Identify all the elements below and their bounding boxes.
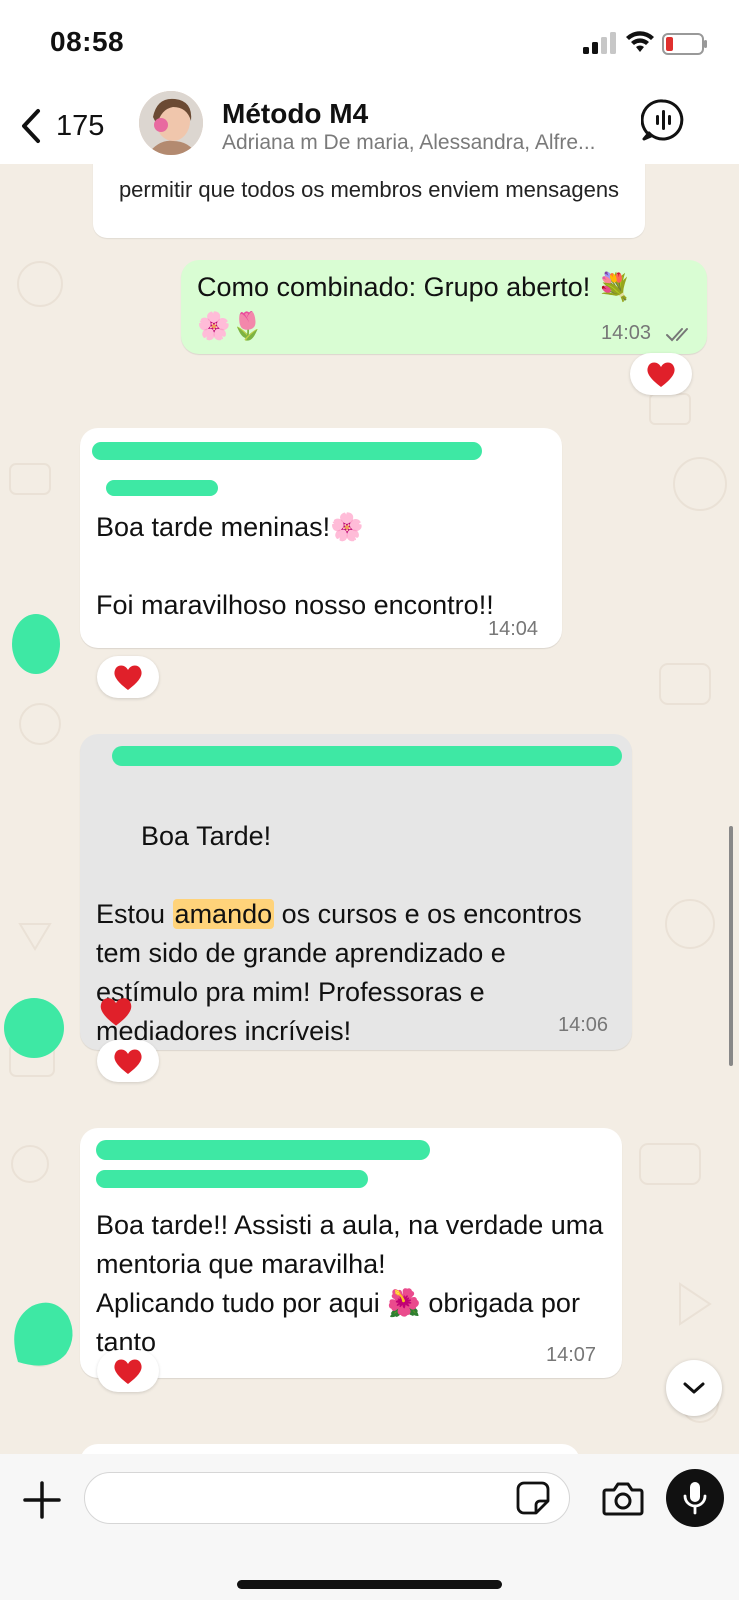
- back-unread-count: 175: [56, 109, 105, 142]
- message-input[interactable]: [84, 1472, 570, 1524]
- redacted-sender: [112, 746, 622, 766]
- heart-icon: [100, 998, 132, 1026]
- camera-icon[interactable]: [602, 1478, 644, 1518]
- message-reaction[interactable]: [97, 1350, 159, 1392]
- system-notice-text: permitir que todos os membros enviem men…: [118, 177, 620, 202]
- message-text: Boa Tarde! Estou amando os cursos e os en…: [96, 778, 596, 1090]
- incoming-message[interactable]: Boa tarde!! Assisti a aula, na verdade u…: [80, 1128, 622, 1378]
- chevron-down-icon: [683, 1382, 705, 1394]
- status-bar: 08:58: [0, 0, 739, 90]
- scroll-to-bottom-button[interactable]: [666, 1360, 722, 1416]
- wifi-icon: [626, 31, 654, 52]
- voice-message-button[interactable]: [666, 1469, 724, 1527]
- message-text: Boa tarde!! Assisti a aula, na verdade u…: [96, 1210, 604, 1357]
- search-highlight: amando: [172, 899, 275, 929]
- chat-header: 175 Método M4 Adriana m De maria, Alessa…: [0, 90, 739, 164]
- message-time: 14:06: [558, 1014, 609, 1036]
- redacted-sender: [96, 1140, 430, 1160]
- double-check-icon: [666, 328, 688, 342]
- redacted-subname: [96, 1170, 368, 1188]
- redacted-subname: [106, 480, 218, 496]
- message-reaction[interactable]: [630, 353, 692, 395]
- plus-icon[interactable]: [22, 1480, 62, 1520]
- cellular-signal-icon: [583, 32, 616, 54]
- voice-call-icon[interactable]: [641, 98, 685, 142]
- message-input-bar: [0, 1454, 739, 1600]
- incoming-message-selected[interactable]: Boa Tarde! Estou amando os cursos e os en…: [80, 734, 632, 1050]
- group-name[interactable]: Método M4: [222, 98, 368, 130]
- heart-icon: [647, 362, 675, 387]
- outgoing-message[interactable]: Como combinado: Grupo aberto! 💐 🌸🌷 14:03: [181, 260, 707, 354]
- mic-icon: [683, 1482, 707, 1515]
- home-indicator[interactable]: [237, 1580, 502, 1589]
- sender-avatar: [4, 998, 64, 1058]
- heart-icon: [114, 1049, 142, 1074]
- group-members[interactable]: Adriana m De maria, Alessandra, Alfre...: [222, 131, 622, 155]
- incoming-message-partial[interactable]: [80, 1444, 580, 1454]
- chat-area[interactable]: permitir que todos os membros enviem men…: [0, 164, 739, 1454]
- sticker-icon[interactable]: [516, 1481, 550, 1515]
- message-time: 14:03: [601, 322, 652, 344]
- sender-avatar: [14, 1302, 73, 1366]
- message-text-pre: Estou: [96, 899, 173, 929]
- message-text: Boa tarde meninas!🌸 Foi maravilhoso noss…: [96, 512, 494, 620]
- message-time: 14:04: [488, 618, 539, 640]
- incoming-message[interactable]: Boa tarde meninas!🌸 Foi maravilhoso noss…: [80, 428, 562, 648]
- back-button[interactable]: 175: [18, 104, 108, 148]
- battery-icon: [662, 33, 707, 55]
- status-time: 08:58: [50, 26, 125, 57]
- message-reaction[interactable]: [97, 656, 159, 698]
- sender-avatar: [12, 614, 60, 674]
- redacted-sender: [92, 442, 482, 460]
- scrollbar[interactable]: [729, 826, 733, 1066]
- message-time: 14:07: [546, 1344, 597, 1366]
- back-chevron-icon: [22, 109, 40, 143]
- heart-icon: [114, 665, 142, 690]
- message-line-1: Boa Tarde!: [141, 821, 272, 851]
- group-avatar[interactable]: [139, 91, 203, 155]
- message-reaction[interactable]: [97, 1040, 159, 1082]
- system-notice: permitir que todos os membros enviem men…: [93, 164, 645, 238]
- heart-icon: [114, 1359, 142, 1384]
- avatar-photo: [139, 91, 203, 155]
